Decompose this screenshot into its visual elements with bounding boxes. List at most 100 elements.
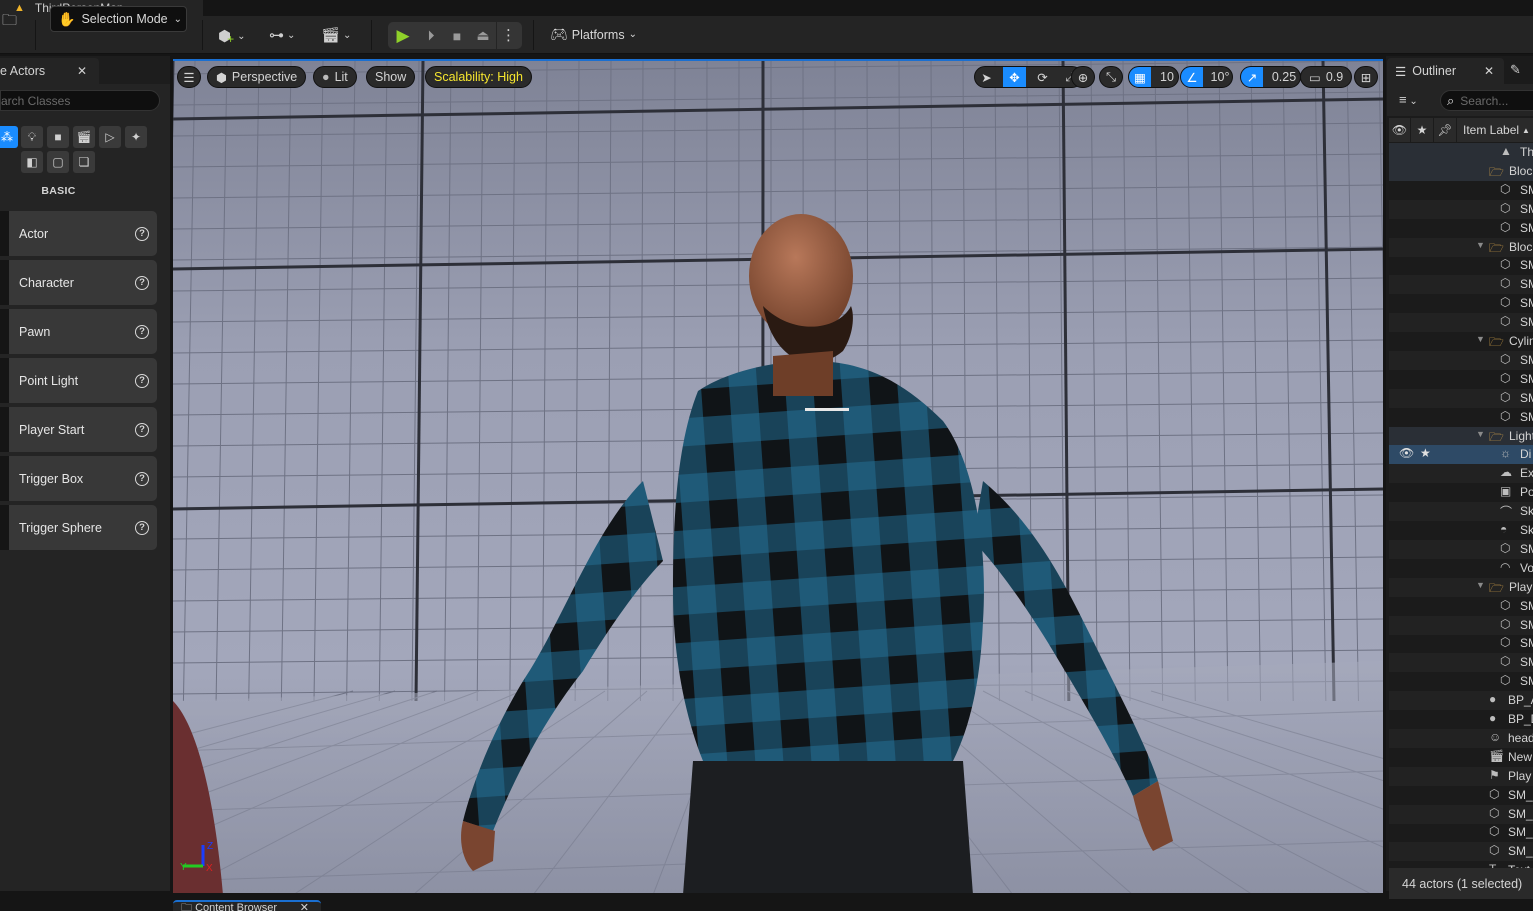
sparkle-icon[interactable]: ✦ [125, 126, 147, 148]
outliner-row[interactable]: ⬡ SM [1389, 672, 1533, 691]
outliner-row[interactable]: ⌒ Sk [1389, 502, 1533, 522]
actor-item[interactable]: Player Start? [0, 407, 157, 452]
rotate-tool-icon[interactable]: ⟳ [1031, 67, 1054, 87]
expand-arrow-icon[interactable]: ▼ [1476, 429, 1485, 439]
stop-button[interactable]: ■ [444, 28, 470, 44]
outliner-row[interactable]: ⬡ SM [1389, 313, 1533, 333]
more-options-button[interactable]: ⋮ [496, 22, 520, 49]
search-classes-input[interactable]: arch Classes [0, 90, 160, 111]
grid-snap-icon[interactable]: ▦ [1129, 67, 1151, 87]
media-icon[interactable]: ▷ [99, 126, 121, 148]
content-browser-icon[interactable]: 🗀 [2, 10, 17, 35]
world-space-button[interactable]: ⊕ [1071, 66, 1095, 88]
lighting-mode-button[interactable]: ● Lit [313, 66, 357, 88]
geometry-icon[interactable]: ◧ [21, 151, 43, 173]
clapper-icon[interactable]: 🎬︎ [73, 126, 95, 148]
help-icon[interactable]: ? [135, 520, 149, 535]
help-icon[interactable]: ? [135, 226, 149, 241]
shapes-icon[interactable]: ⁂ [0, 126, 18, 148]
step-button[interactable]: ⏵︎ [418, 27, 444, 44]
help-icon[interactable]: ? [135, 324, 149, 339]
stack-icon[interactable]: ❏ [73, 151, 95, 173]
outliner-row[interactable]: ⬡ SM [1389, 615, 1533, 635]
scale-snap-icon[interactable]: ↗ [1241, 67, 1263, 87]
outliner-row[interactable]: ◓ Sk [1389, 521, 1533, 540]
viewport-menu-button[interactable]: ☰ [177, 66, 201, 88]
outliner-row[interactable]: ▣ Po [1389, 483, 1533, 502]
outliner-row[interactable]: ⬡ SM [1389, 539, 1533, 559]
level-viewport[interactable]: Z X Y ☰ ⬢ Perspective ● Lit Show Scalabi… [173, 59, 1383, 893]
outliner-folder-row[interactable]: 🗁︎ Bloc [1389, 161, 1533, 181]
actor-item[interactable]: Character? [0, 260, 157, 305]
surface-snap-button[interactable]: ⤡ [1099, 66, 1123, 88]
lightbulb-icon[interactable]: 💡︎ [21, 126, 43, 148]
outliner-row[interactable]: ⬡ SM [1389, 219, 1533, 238]
content-browser-tab[interactable]: 🗀 Content Browser ✕ [173, 900, 321, 911]
select-tool-icon[interactable]: ➤ [975, 67, 998, 87]
actor-item[interactable]: Pawn? [0, 309, 157, 354]
scalability-button[interactable]: Scalability: High [425, 66, 532, 88]
outliner-row[interactable]: 🎬︎ New [1389, 748, 1533, 767]
viewport-scene[interactable]: Z X Y [173, 61, 1383, 893]
outliner-row[interactable]: ⬡ SM [1389, 350, 1533, 370]
outliner-row[interactable]: ⬡ SM [1389, 597, 1533, 616]
help-icon[interactable]: ? [135, 471, 149, 486]
visibility-icon[interactable]: 👁︎ [1399, 446, 1414, 460]
actor-item[interactable]: Trigger Box? [0, 456, 157, 501]
scale-snap-value[interactable]: 0.25 [1268, 67, 1300, 87]
close-icon[interactable]: ✕ [77, 64, 87, 78]
outliner-folder-row[interactable]: ▼ 🗁︎ Cylin [1389, 332, 1533, 351]
outliner-search-input[interactable]: ⌕ Search... [1440, 90, 1533, 111]
outliner-row[interactable]: ⚑ Play [1389, 766, 1533, 786]
outliner-row[interactable]: ● BP_A [1389, 691, 1533, 711]
blueprint-button[interactable]: ⊶ ⌄ [269, 26, 295, 44]
translate-tool-icon[interactable]: ✥ [1003, 67, 1026, 87]
outliner-row[interactable]: ⬡ SM [1389, 388, 1533, 408]
help-icon[interactable]: ? [135, 373, 149, 388]
outliner-folder-row[interactable]: ▼ 🗁︎ Play [1389, 577, 1533, 597]
expand-arrow-icon[interactable]: ▼ [1476, 240, 1485, 250]
outliner-row[interactable]: ⬡ SM_ [1389, 823, 1533, 842]
outliner-row[interactable]: ⬡ SM [1389, 256, 1533, 275]
outliner-row[interactable]: ☁︎ Ex [1389, 464, 1533, 484]
expand-arrow-icon[interactable]: ▼ [1476, 334, 1485, 344]
view-mode-button[interactable]: ⬢ Perspective [207, 66, 307, 88]
grid-snap-value[interactable]: 10 [1156, 67, 1178, 87]
close-icon[interactable]: ✕ [300, 902, 309, 911]
outliner-row[interactable]: ⬡ SM [1389, 634, 1533, 653]
cinematics-button[interactable]: 🎬︎ ⌄ [321, 26, 351, 44]
help-icon[interactable]: ? [135, 422, 149, 437]
rotation-snap-value[interactable]: 10° [1208, 67, 1232, 87]
outliner-folder-row[interactable]: ▼ 🗁︎ Bloc [1389, 237, 1533, 257]
rotation-snap-control[interactable]: ∠ 10° [1180, 66, 1233, 88]
scale-snap-control[interactable]: ↗ 0.25 [1240, 66, 1301, 88]
outliner-row[interactable]: ⬡ SM [1389, 294, 1533, 313]
pencil-icon[interactable]: ✎ [1510, 62, 1521, 78]
play-button[interactable]: ▶ [388, 26, 418, 46]
outliner-row[interactable]: ☺︎ head [1389, 728, 1533, 748]
outliner-row[interactable]: ⬡ SM [1389, 653, 1533, 673]
add-actor-button[interactable]: ⬢ + ⌄ [218, 26, 246, 46]
star-column-icon[interactable]: ★ [1411, 118, 1434, 142]
filter-button[interactable]: ≡ ⌄ [1399, 92, 1418, 107]
eject-button[interactable]: ⏏︎ [470, 27, 496, 44]
visibility-column-icon[interactable]: 👁︎ [1389, 118, 1411, 142]
place-actors-tab[interactable]: e Actors ✕ [0, 58, 99, 84]
actor-item[interactable]: Actor? [0, 211, 157, 256]
outliner-row[interactable]: ⬡ SM [1389, 181, 1533, 200]
outliner-row[interactable]: ⬡ SM_ [1389, 842, 1533, 862]
viewport-layout-button[interactable]: ⊞ [1354, 66, 1378, 88]
volume-icon[interactable]: ▢ [47, 151, 69, 173]
outliner-row[interactable]: ● BP_D [1389, 710, 1533, 729]
outliner-row[interactable]: ⬡ SM [1389, 370, 1533, 389]
close-icon[interactable]: ✕ [1484, 64, 1494, 78]
outliner-tab[interactable]: ☰ Outliner ✕ [1387, 58, 1504, 84]
platforms-dropdown[interactable]: 🎮︎ Platforms ⌄ [550, 26, 637, 43]
outliner-row[interactable]: ⬡ SM [1389, 199, 1533, 219]
grid-snap-control[interactable]: ▦ 10 [1128, 66, 1179, 88]
camera-speed-button[interactable]: ▭ 0.9 [1300, 66, 1353, 88]
cube-icon[interactable]: ■ [47, 126, 69, 148]
outliner-row[interactable]: 👁︎ ★ ☼ Di [1389, 445, 1533, 465]
show-button[interactable]: Show [366, 66, 416, 88]
outliner-folder-row[interactable]: ▼ 🗁︎ Light [1389, 426, 1533, 446]
